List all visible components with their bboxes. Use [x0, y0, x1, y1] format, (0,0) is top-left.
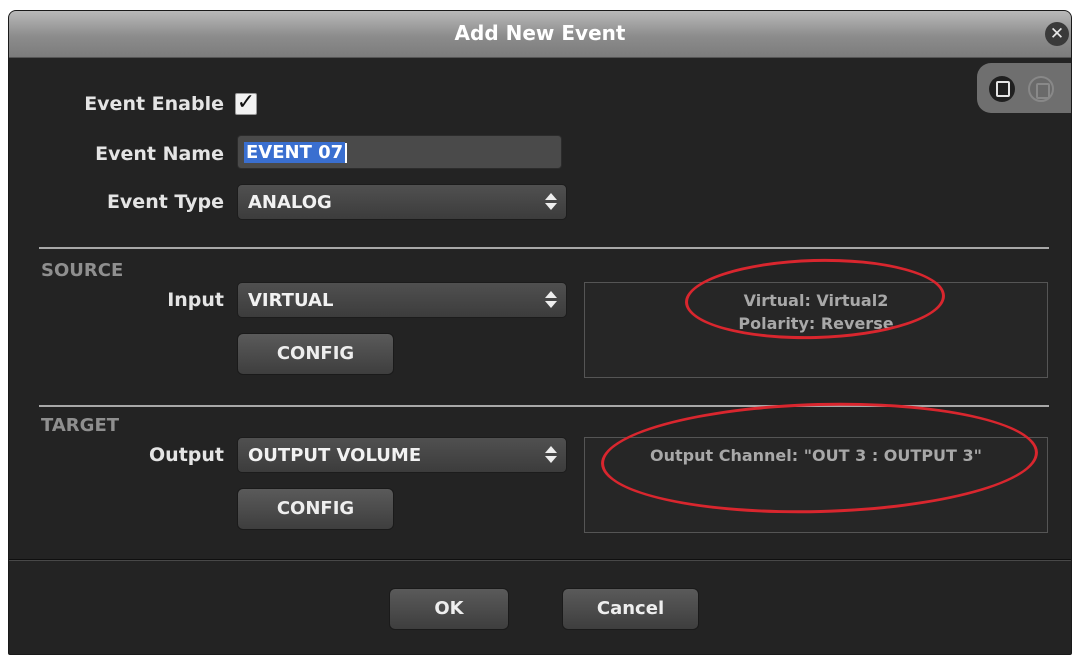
- source-config-button[interactable]: CONFIG: [237, 333, 394, 375]
- input-value: VIRTUAL: [248, 290, 334, 311]
- event-enable-label: Event Enable: [84, 93, 224, 115]
- source-heading: SOURCE: [41, 260, 124, 281]
- target-heading: TARGET: [41, 415, 120, 436]
- output-label: Output: [149, 444, 224, 466]
- copy-paste-panel: [977, 63, 1071, 113]
- add-event-dialog: Add New Event ✕ Event Enable ✓ Event Nam…: [8, 10, 1072, 655]
- event-name-label: Event Name: [95, 143, 224, 165]
- event-type-select[interactable]: ANALOG: [237, 184, 567, 220]
- input-select[interactable]: VIRTUAL: [237, 282, 567, 318]
- target-config-button[interactable]: CONFIG: [237, 488, 394, 530]
- dialog-title: Add New Event: [454, 21, 626, 45]
- input-label: Input: [167, 289, 224, 311]
- paste-icon[interactable]: [1028, 76, 1054, 102]
- select-arrows-icon: [545, 192, 557, 212]
- select-arrows-icon: [545, 445, 557, 465]
- copy-icon[interactable]: [989, 76, 1015, 102]
- event-type-label: Event Type: [106, 191, 224, 213]
- event-name-value: EVENT 07: [244, 142, 346, 163]
- event-enable-checkbox[interactable]: ✓: [235, 92, 257, 115]
- ok-button[interactable]: OK: [389, 588, 509, 630]
- text-caret: [345, 143, 348, 163]
- output-value: OUTPUT VOLUME: [248, 445, 422, 466]
- select-arrows-icon: [545, 290, 557, 310]
- event-name-input[interactable]: EVENT 07: [237, 135, 562, 169]
- footer-divider: [9, 559, 1071, 561]
- title-bar[interactable]: Add New Event ✕: [9, 11, 1071, 58]
- event-type-value: ANALOG: [248, 192, 332, 213]
- output-select[interactable]: OUTPUT VOLUME: [237, 437, 567, 473]
- source-divider: [39, 247, 1049, 249]
- close-icon[interactable]: ✕: [1045, 22, 1069, 46]
- cancel-button[interactable]: Cancel: [562, 588, 699, 630]
